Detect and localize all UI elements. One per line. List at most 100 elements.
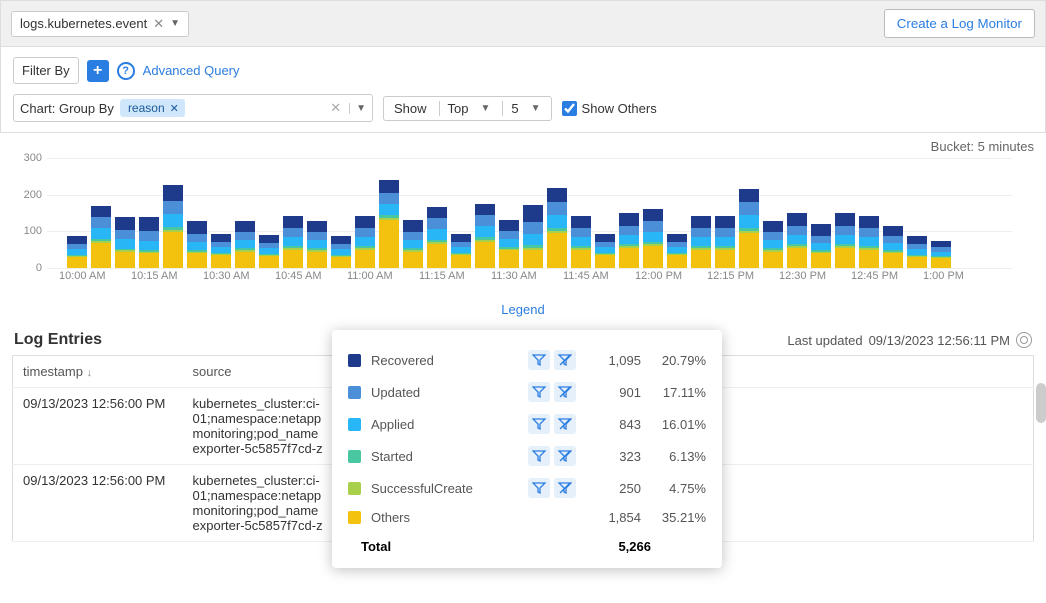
- chevron-down-icon[interactable]: ▼: [170, 18, 180, 29]
- add-filter-button[interactable]: +: [87, 60, 109, 82]
- bar[interactable]: [451, 234, 471, 268]
- bar[interactable]: [187, 221, 207, 268]
- filter-include-icon[interactable]: [528, 382, 550, 402]
- log-source-label: logs.kubernetes.event: [20, 16, 147, 31]
- bar[interactable]: [211, 234, 231, 268]
- chevron-down-icon[interactable]: ▼: [349, 103, 366, 114]
- bar-segment-applied: [763, 240, 783, 248]
- bar[interactable]: [547, 188, 567, 268]
- bar-segment-others: [643, 246, 663, 268]
- bar-segment-applied: [619, 235, 639, 244]
- bar[interactable]: [67, 236, 87, 268]
- bar[interactable]: [643, 209, 663, 268]
- bar[interactable]: [235, 221, 255, 268]
- bar[interactable]: [523, 205, 543, 268]
- bar[interactable]: [427, 207, 447, 268]
- bar[interactable]: [595, 234, 615, 268]
- bar-segment-recovered: [547, 188, 567, 203]
- filter-include-icon[interactable]: [528, 478, 550, 498]
- group-by-select[interactable]: Chart: Group By reason ✕ ✕ ▼: [13, 94, 373, 122]
- scrollbar[interactable]: [1036, 383, 1046, 423]
- bar[interactable]: [667, 234, 687, 268]
- bar-segment-applied: [643, 232, 663, 242]
- bar-segment-others: [331, 257, 351, 268]
- bar-segment-applied: [379, 204, 399, 215]
- show-others-input[interactable]: [562, 101, 577, 116]
- filter-exclude-icon[interactable]: [554, 414, 576, 434]
- show-top-select[interactable]: Show Top ▼ 5 ▼: [383, 96, 552, 121]
- legend-row: Updated90117.11%: [348, 376, 706, 408]
- bar-segment-applied: [355, 237, 375, 246]
- clear-icon[interactable]: ✕: [326, 100, 345, 116]
- bar[interactable]: [859, 216, 879, 268]
- chart-controls-row: Chart: Group By reason ✕ ✕ ▼ Show Top ▼ …: [13, 94, 1033, 122]
- bar[interactable]: [307, 221, 327, 268]
- bar[interactable]: [715, 216, 735, 268]
- bar[interactable]: [811, 224, 831, 268]
- filter-include-icon[interactable]: [528, 414, 550, 434]
- filter-exclude-icon[interactable]: [554, 478, 576, 498]
- bar-segment-applied: [163, 214, 183, 227]
- bar[interactable]: [475, 204, 495, 268]
- bar[interactable]: [139, 217, 159, 268]
- bar[interactable]: [499, 220, 519, 268]
- chevron-down-icon[interactable]: ▼: [481, 103, 491, 114]
- chevron-down-icon[interactable]: ▼: [531, 103, 541, 114]
- filter-exclude-icon[interactable]: [554, 382, 576, 402]
- bar[interactable]: [331, 236, 351, 268]
- bar[interactable]: [907, 236, 927, 268]
- bar[interactable]: [763, 221, 783, 268]
- legend-toggle-link[interactable]: Legend: [0, 302, 1046, 317]
- log-source-select[interactable]: logs.kubernetes.event ✕ ▼: [11, 11, 189, 37]
- bar[interactable]: [787, 213, 807, 268]
- bar[interactable]: [619, 213, 639, 268]
- group-by-tag[interactable]: reason ✕: [120, 99, 185, 117]
- bar-segment-recovered: [451, 234, 471, 242]
- bar-segment-recovered: [355, 216, 375, 228]
- bar-segment-others: [739, 233, 759, 268]
- bar[interactable]: [115, 217, 135, 268]
- x-tick: 11:30 AM: [491, 270, 537, 282]
- bar-segment-recovered: [883, 226, 903, 236]
- bar[interactable]: [379, 180, 399, 268]
- filter-exclude-icon[interactable]: [554, 350, 576, 370]
- bar[interactable]: [91, 206, 111, 268]
- show-others-checkbox[interactable]: Show Others: [562, 101, 657, 116]
- close-icon[interactable]: ✕: [170, 102, 179, 115]
- cell-timestamp: 09/13/2023 12:56:00 PM: [13, 388, 183, 465]
- legend-swatch: [348, 418, 361, 431]
- filter-exclude-icon[interactable]: [554, 446, 576, 466]
- bar-segment-recovered: [763, 221, 783, 232]
- bar[interactable]: [691, 216, 711, 268]
- bar[interactable]: [571, 216, 591, 268]
- bar[interactable]: [163, 185, 183, 268]
- bar[interactable]: [403, 220, 423, 268]
- bar-segment-applied: [835, 235, 855, 244]
- bar-segment-others: [163, 232, 183, 268]
- bar[interactable]: [355, 216, 375, 268]
- bar[interactable]: [835, 213, 855, 268]
- help-icon[interactable]: ?: [117, 62, 135, 80]
- gear-icon[interactable]: [1016, 332, 1032, 348]
- filter-include-icon[interactable]: [528, 350, 550, 370]
- legend-row: Started3236.13%: [348, 440, 706, 472]
- bar-segment-others: [379, 220, 399, 268]
- bar[interactable]: [259, 235, 279, 268]
- show-n: 5: [511, 101, 518, 116]
- bar-segment-recovered: [835, 213, 855, 226]
- close-icon[interactable]: ✕: [153, 16, 164, 32]
- bar-segment-recovered: [91, 206, 111, 217]
- bar-segment-updated: [787, 226, 807, 235]
- col-timestamp[interactable]: timestamp ↓: [13, 356, 183, 388]
- filter-include-icon[interactable]: [528, 446, 550, 466]
- advanced-query-link[interactable]: Advanced Query: [143, 63, 240, 78]
- legend-name: Recovered: [371, 353, 518, 368]
- bar[interactable]: [739, 189, 759, 268]
- bar[interactable]: [931, 241, 951, 268]
- bar-segment-others: [595, 255, 615, 268]
- legend-pct: 20.79%: [651, 353, 706, 368]
- bar[interactable]: [283, 216, 303, 268]
- bar[interactable]: [883, 226, 903, 269]
- bar-segment-others: [523, 250, 543, 268]
- create-log-monitor-button[interactable]: Create a Log Monitor: [884, 9, 1035, 38]
